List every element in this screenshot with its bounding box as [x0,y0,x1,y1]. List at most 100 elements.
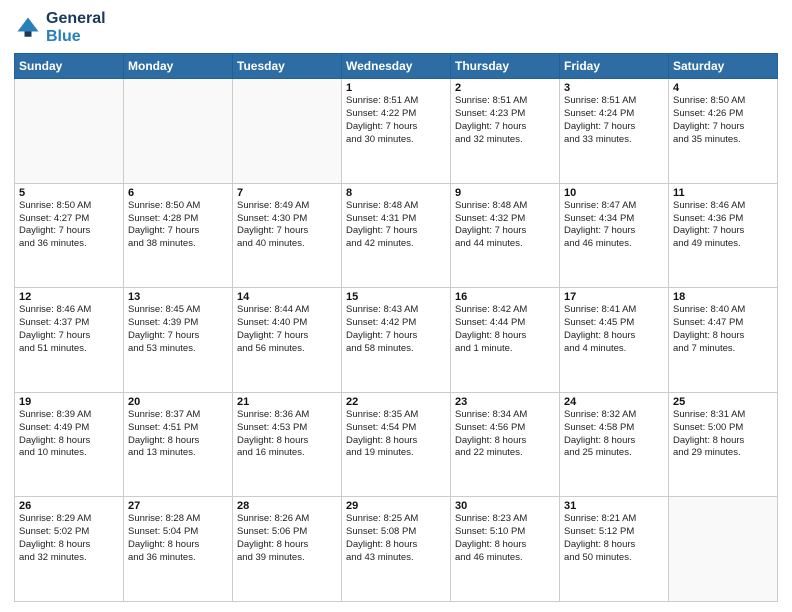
calendar-cell: 20Sunrise: 8:37 AM Sunset: 4:51 PM Dayli… [124,392,233,497]
dow-header-friday: Friday [560,54,669,79]
day-info: Sunrise: 8:49 AM Sunset: 4:30 PM Dayligh… [237,200,337,251]
calendar-cell: 19Sunrise: 8:39 AM Sunset: 4:49 PM Dayli… [15,392,124,497]
day-info: Sunrise: 8:48 AM Sunset: 4:32 PM Dayligh… [455,200,555,251]
calendar-cell: 6Sunrise: 8:50 AM Sunset: 4:28 PM Daylig… [124,183,233,288]
calendar-cell: 7Sunrise: 8:49 AM Sunset: 4:30 PM Daylig… [233,183,342,288]
day-number: 5 [19,187,119,199]
day-info: Sunrise: 8:43 AM Sunset: 4:42 PM Dayligh… [346,304,446,355]
day-info: Sunrise: 8:42 AM Sunset: 4:44 PM Dayligh… [455,304,555,355]
calendar-cell: 29Sunrise: 8:25 AM Sunset: 5:08 PM Dayli… [342,497,451,602]
calendar-cell: 27Sunrise: 8:28 AM Sunset: 5:04 PM Dayli… [124,497,233,602]
week-row-1: 5Sunrise: 8:50 AM Sunset: 4:27 PM Daylig… [15,183,778,288]
day-info: Sunrise: 8:21 AM Sunset: 5:12 PM Dayligh… [564,513,664,564]
day-number: 15 [346,291,446,303]
dow-header-tuesday: Tuesday [233,54,342,79]
day-info: Sunrise: 8:32 AM Sunset: 4:58 PM Dayligh… [564,409,664,460]
day-number: 4 [673,82,773,94]
day-number: 3 [564,82,664,94]
day-info: Sunrise: 8:51 AM Sunset: 4:22 PM Dayligh… [346,95,446,146]
day-info: Sunrise: 8:37 AM Sunset: 4:51 PM Dayligh… [128,409,228,460]
day-info: Sunrise: 8:34 AM Sunset: 4:56 PM Dayligh… [455,409,555,460]
day-number: 21 [237,396,337,408]
day-info: Sunrise: 8:48 AM Sunset: 4:31 PM Dayligh… [346,200,446,251]
day-info: Sunrise: 8:47 AM Sunset: 4:34 PM Dayligh… [564,200,664,251]
header: General Blue [14,10,778,45]
calendar-cell: 24Sunrise: 8:32 AM Sunset: 4:58 PM Dayli… [560,392,669,497]
day-number: 29 [346,500,446,512]
calendar-cell: 2Sunrise: 8:51 AM Sunset: 4:23 PM Daylig… [451,79,560,184]
day-number: 19 [19,396,119,408]
day-number: 12 [19,291,119,303]
calendar-cell: 15Sunrise: 8:43 AM Sunset: 4:42 PM Dayli… [342,288,451,393]
calendar-cell: 1Sunrise: 8:51 AM Sunset: 4:22 PM Daylig… [342,79,451,184]
calendar-cell [124,79,233,184]
day-info: Sunrise: 8:31 AM Sunset: 5:00 PM Dayligh… [673,409,773,460]
calendar-cell: 23Sunrise: 8:34 AM Sunset: 4:56 PM Dayli… [451,392,560,497]
calendar-cell: 3Sunrise: 8:51 AM Sunset: 4:24 PM Daylig… [560,79,669,184]
calendar-cell [233,79,342,184]
dow-header-monday: Monday [124,54,233,79]
calendar-cell [15,79,124,184]
day-info: Sunrise: 8:44 AM Sunset: 4:40 PM Dayligh… [237,304,337,355]
day-info: Sunrise: 8:46 AM Sunset: 4:36 PM Dayligh… [673,200,773,251]
week-row-0: 1Sunrise: 8:51 AM Sunset: 4:22 PM Daylig… [15,79,778,184]
calendar-cell: 14Sunrise: 8:44 AM Sunset: 4:40 PM Dayli… [233,288,342,393]
calendar-cell: 26Sunrise: 8:29 AM Sunset: 5:02 PM Dayli… [15,497,124,602]
week-row-3: 19Sunrise: 8:39 AM Sunset: 4:49 PM Dayli… [15,392,778,497]
page: General Blue SundayMondayTuesdayWednesda… [0,0,792,612]
calendar-cell: 22Sunrise: 8:35 AM Sunset: 4:54 PM Dayli… [342,392,451,497]
dow-header-sunday: Sunday [15,54,124,79]
day-number: 6 [128,187,228,199]
day-info: Sunrise: 8:50 AM Sunset: 4:26 PM Dayligh… [673,95,773,146]
day-info: Sunrise: 8:46 AM Sunset: 4:37 PM Dayligh… [19,304,119,355]
day-number: 18 [673,291,773,303]
dow-header-saturday: Saturday [669,54,778,79]
day-info: Sunrise: 8:40 AM Sunset: 4:47 PM Dayligh… [673,304,773,355]
calendar-cell: 10Sunrise: 8:47 AM Sunset: 4:34 PM Dayli… [560,183,669,288]
day-number: 1 [346,82,446,94]
calendar-table: SundayMondayTuesdayWednesdayThursdayFrid… [14,53,778,602]
day-number: 10 [564,187,664,199]
day-number: 31 [564,500,664,512]
day-number: 2 [455,82,555,94]
dow-header-wednesday: Wednesday [342,54,451,79]
calendar-cell: 12Sunrise: 8:46 AM Sunset: 4:37 PM Dayli… [15,288,124,393]
day-info: Sunrise: 8:51 AM Sunset: 4:24 PM Dayligh… [564,95,664,146]
calendar-cell: 17Sunrise: 8:41 AM Sunset: 4:45 PM Dayli… [560,288,669,393]
calendar-cell: 11Sunrise: 8:46 AM Sunset: 4:36 PM Dayli… [669,183,778,288]
day-info: Sunrise: 8:50 AM Sunset: 4:28 PM Dayligh… [128,200,228,251]
calendar-cell: 18Sunrise: 8:40 AM Sunset: 4:47 PM Dayli… [669,288,778,393]
calendar-cell: 8Sunrise: 8:48 AM Sunset: 4:31 PM Daylig… [342,183,451,288]
day-number: 27 [128,500,228,512]
day-number: 13 [128,291,228,303]
calendar-cell: 16Sunrise: 8:42 AM Sunset: 4:44 PM Dayli… [451,288,560,393]
day-number: 30 [455,500,555,512]
calendar-body: 1Sunrise: 8:51 AM Sunset: 4:22 PM Daylig… [15,79,778,602]
calendar-cell: 30Sunrise: 8:23 AM Sunset: 5:10 PM Dayli… [451,497,560,602]
day-number: 9 [455,187,555,199]
day-info: Sunrise: 8:50 AM Sunset: 4:27 PM Dayligh… [19,200,119,251]
week-row-4: 26Sunrise: 8:29 AM Sunset: 5:02 PM Dayli… [15,497,778,602]
day-info: Sunrise: 8:26 AM Sunset: 5:06 PM Dayligh… [237,513,337,564]
day-number: 8 [346,187,446,199]
logo-text: General Blue [46,10,106,45]
day-info: Sunrise: 8:25 AM Sunset: 5:08 PM Dayligh… [346,513,446,564]
day-info: Sunrise: 8:29 AM Sunset: 5:02 PM Dayligh… [19,513,119,564]
day-number: 16 [455,291,555,303]
day-number: 22 [346,396,446,408]
day-info: Sunrise: 8:36 AM Sunset: 4:53 PM Dayligh… [237,409,337,460]
day-number: 24 [564,396,664,408]
calendar-cell: 31Sunrise: 8:21 AM Sunset: 5:12 PM Dayli… [560,497,669,602]
day-number: 25 [673,396,773,408]
day-info: Sunrise: 8:23 AM Sunset: 5:10 PM Dayligh… [455,513,555,564]
logo-icon [14,14,42,42]
day-number: 14 [237,291,337,303]
day-number: 7 [237,187,337,199]
calendar-cell: 28Sunrise: 8:26 AM Sunset: 5:06 PM Dayli… [233,497,342,602]
day-info: Sunrise: 8:28 AM Sunset: 5:04 PM Dayligh… [128,513,228,564]
week-row-2: 12Sunrise: 8:46 AM Sunset: 4:37 PM Dayli… [15,288,778,393]
day-number: 11 [673,187,773,199]
calendar-cell: 9Sunrise: 8:48 AM Sunset: 4:32 PM Daylig… [451,183,560,288]
calendar-cell [669,497,778,602]
day-info: Sunrise: 8:51 AM Sunset: 4:23 PM Dayligh… [455,95,555,146]
